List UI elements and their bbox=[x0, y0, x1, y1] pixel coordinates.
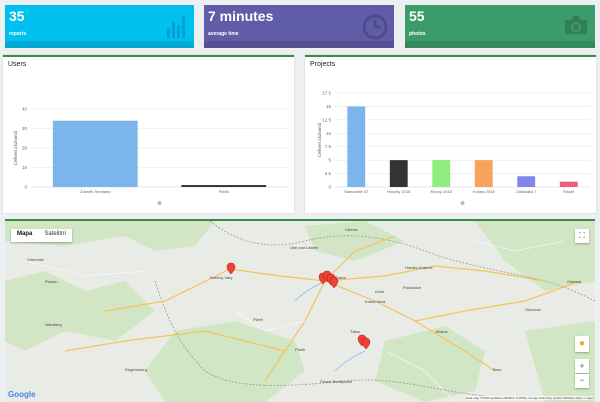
stat-label: photos bbox=[409, 31, 426, 37]
x-tick-label: Kuřata 2018 bbox=[473, 189, 496, 194]
tab-satellite[interactable]: Satelitní bbox=[38, 229, 72, 242]
map-canvas[interactable]: Chemnitz Plauen Karlovy Vary Praha Kolín… bbox=[5, 221, 595, 402]
y-axis-title: Celkem záznamů bbox=[316, 122, 322, 157]
y-tick-label: 10 bbox=[22, 165, 28, 170]
stat-label: reports bbox=[9, 31, 27, 37]
map-city-label: Pardubice bbox=[403, 285, 422, 290]
bar[interactable] bbox=[432, 160, 451, 187]
y-tick-label: 17.5 bbox=[322, 91, 331, 96]
camera-icon bbox=[563, 14, 589, 41]
x-tick-label: Hvozdy 2018 bbox=[387, 189, 411, 194]
google-logo: Google bbox=[8, 390, 36, 399]
map-city-label: České Budějovice bbox=[320, 379, 353, 384]
map-city-label: Jihlava bbox=[435, 329, 448, 334]
map-city-label: Nürnberg bbox=[45, 322, 62, 327]
tab-map[interactable]: Mapa bbox=[11, 229, 38, 242]
y-axis-title: Celkem záznamů bbox=[12, 130, 18, 165]
x-tick-label: Záhrádka 7 bbox=[516, 189, 537, 194]
x-tick-label: Zdeněk Smetana bbox=[80, 189, 111, 194]
map-city-label: Tábor bbox=[350, 329, 361, 334]
map-city-label: Ostrava bbox=[567, 279, 582, 284]
y-tick-label: 40 bbox=[22, 107, 28, 112]
y-tick-label: 5 bbox=[328, 158, 331, 163]
x-tick-label: Kbony 2018 bbox=[431, 189, 453, 194]
map-city-label: Hradec Králové bbox=[405, 265, 433, 270]
map-view[interactable]: Chemnitz Plauen Karlovy Vary Praha Kolín… bbox=[5, 219, 595, 402]
zoom-in-button[interactable]: + bbox=[575, 359, 589, 373]
stat-value: 35 bbox=[9, 8, 25, 24]
x-tick-label: Stanoviště 37 bbox=[344, 189, 369, 194]
x-tick-label: Patrik bbox=[219, 189, 229, 194]
stat-footer bbox=[405, 41, 595, 48]
zoom-out-button[interactable]: − bbox=[575, 374, 589, 388]
y-tick-label: 10 bbox=[326, 131, 332, 136]
projects-chart: 0 2.5 5 7.5 10 12.5 15 17.5 Celkem záznamů Stanov… bbox=[316, 91, 590, 205]
y-tick-label: 30 bbox=[22, 126, 28, 131]
map-city-label: Karlovy Vary bbox=[210, 275, 232, 280]
map-city-label: Regensburg bbox=[125, 367, 147, 372]
fullscreen-icon[interactable]: ⛶ bbox=[575, 229, 589, 243]
bar[interactable] bbox=[52, 120, 138, 187]
y-tick-label: 0 bbox=[328, 185, 331, 190]
stat-value: 55 bbox=[409, 8, 425, 24]
map-city-label: Chemnitz bbox=[27, 257, 44, 262]
bar-chart-icon bbox=[166, 14, 188, 43]
map-city-label: Olomouc bbox=[525, 307, 541, 312]
legend-dot[interactable] bbox=[157, 201, 162, 205]
stat-tile-reports: 35 reports bbox=[5, 5, 194, 48]
map-city-label: Plauen bbox=[45, 279, 57, 284]
legend-dot[interactable] bbox=[460, 201, 465, 205]
map-city-label: Brno bbox=[493, 367, 502, 372]
stat-footer bbox=[204, 41, 394, 48]
bar[interactable] bbox=[181, 185, 267, 187]
stat-tile-average-time: 7 minutes average time bbox=[204, 5, 394, 48]
bar[interactable] bbox=[389, 160, 408, 187]
y-tick-label: 0 bbox=[24, 185, 27, 190]
y-tick-label: 12.5 bbox=[322, 117, 331, 122]
map-type-control: Mapa Satelitní bbox=[11, 229, 73, 242]
map-city-label: Kolín bbox=[375, 289, 384, 294]
bar[interactable] bbox=[474, 160, 493, 187]
bar[interactable] bbox=[517, 176, 536, 187]
y-tick-label: 15 bbox=[326, 104, 332, 109]
map-city-label: Liberec bbox=[345, 227, 358, 232]
y-tick-label: 20 bbox=[22, 146, 28, 151]
users-chart: 0 10 20 30 40 Celkem záznamů Zdeněk Smetana Pat… bbox=[12, 107, 288, 205]
street-view-icon[interactable]: ● bbox=[575, 336, 589, 352]
y-tick-label: 7.5 bbox=[325, 144, 332, 149]
stat-footer bbox=[5, 41, 194, 48]
stat-tile-photos: 55 photos bbox=[405, 5, 595, 48]
bar[interactable] bbox=[347, 106, 366, 187]
map-attribution[interactable]: Data map ©2018 GeoBasis-DE/BKG (©2009), … bbox=[466, 396, 593, 400]
map-city-label: Písek bbox=[295, 347, 305, 352]
map-city-label: Ústí nad Labem bbox=[290, 245, 319, 250]
map-city-label: Plzeň bbox=[253, 317, 263, 322]
x-tick-label: Šnažé bbox=[563, 189, 575, 194]
y-tick-label: 2.5 bbox=[325, 171, 332, 176]
stat-label: average time bbox=[208, 31, 239, 37]
stat-value: 7 minutes bbox=[208, 8, 274, 24]
map-city-label: Kutná Hora bbox=[365, 299, 386, 304]
projects-card: Projects 0 2.5 5 7.5 10 12.5 15 17.5 Celkem zázn… bbox=[305, 55, 596, 213]
bar[interactable] bbox=[559, 181, 578, 187]
users-card: Users 0 10 20 30 40 Celkem záznamů Zdeněk Smet… bbox=[3, 55, 294, 213]
